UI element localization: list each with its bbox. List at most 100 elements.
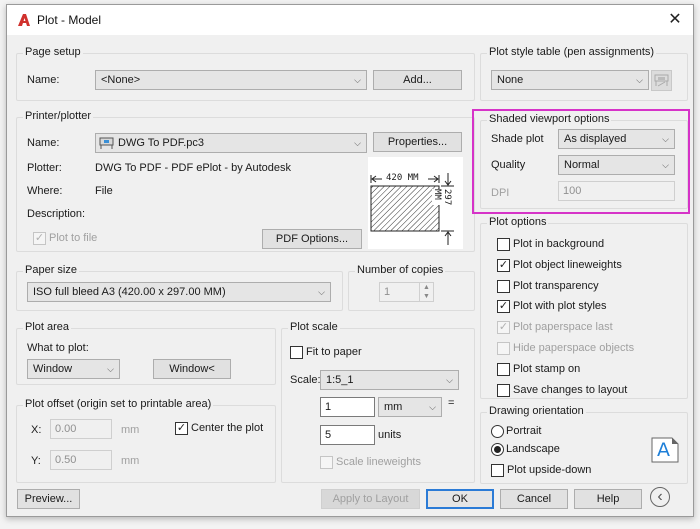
plot-option-label: Plot stamp on [513,362,581,375]
shade-plot-select[interactable]: As displayed ⌵ [558,129,675,149]
plot-dialog: Plot - Model ✕ Page setup Name: <None> ⌵… [6,4,694,517]
plotter-icon [99,137,114,149]
chevron-down-icon: ⌵ [354,75,361,85]
paper-size-label: Paper size [23,264,79,276]
window-select-button[interactable]: Window< [153,359,231,379]
center-plot-checkbox[interactable]: ✓ [175,422,188,435]
chevron-down-icon: ⌵ [662,134,669,144]
plot-option-checkbox[interactable] [497,279,510,293]
offset-x-value: 0.00 [55,423,77,435]
plot-option-label: Hide paperspace objects [513,342,635,354]
page-setup-name-select[interactable]: <None> ⌵ [95,70,367,90]
paper-unit-select[interactable]: mm ⌵ [378,397,442,417]
plot-offset-label: Plot offset (origin set to printable are… [23,398,214,410]
paper-units-input[interactable]: 1 [320,397,375,417]
page-setup-name-label: Name: [27,74,60,86]
ok-button[interactable]: OK [426,489,494,509]
plot-upside-down-label: Plot upside-down [507,464,592,476]
check-icon: ✓ [498,300,509,313]
close-icon: ✕ [668,11,682,28]
plot-option-checkbox[interactable] [497,342,510,355]
collapse-options-button[interactable]: ‹ [650,487,670,507]
description-label: Description: [27,208,86,220]
plot-option-checkbox[interactable] [497,238,510,251]
drawing-units-input[interactable]: 5 [320,425,375,445]
plot-style-group: Plot style table (pen assignments) None … [480,46,688,101]
offset-y-label: Y: [31,455,41,467]
fit-to-paper-checkbox[interactable] [290,346,303,359]
offset-x-input[interactable]: 0.00 [50,419,112,439]
landscape-orientation-icon: A [651,437,679,463]
autocad-a-icon [18,14,30,26]
add-page-setup-button[interactable]: Add... [373,70,462,90]
page-setup-group: Page setup Name: <None> ⌵ Add... [16,46,475,101]
offset-y-unit: mm [121,455,140,467]
plot-style-select[interactable]: None ⌵ [491,70,649,90]
plot-area-group: Plot area What to plot: Window ⌵ Window< [16,321,276,385]
portrait-label: Portrait [506,425,542,437]
printer-name-label: Name: [27,137,60,149]
plot-option-checkbox[interactable]: ✓ [497,300,510,314]
what-to-plot-select[interactable]: Window ⌵ [27,359,120,379]
paper-unit-value: mm [384,401,403,413]
what-to-plot-label: What to plot: [27,342,89,354]
printer-name-select[interactable]: DWG To PDF.pc3 ⌵ [95,133,367,153]
shaded-viewport-label: Shaded viewport options [487,113,612,125]
dpi-label: DPI [491,187,510,199]
scale-lineweights-label: Scale lineweights [336,456,421,468]
pdf-options-button[interactable]: PDF Options... [262,229,362,249]
close-button[interactable]: ✕ [663,9,687,31]
apply-to-layout-button[interactable]: Apply to Layout [321,489,420,509]
scale-lineweights-checkbox[interactable] [320,456,333,469]
dpi-input[interactable]: 100 [558,181,675,201]
landscape-radio[interactable] [491,443,504,456]
cancel-button[interactable]: Cancel [500,489,568,509]
plot-to-file-checkbox[interactable]: ✓ [33,232,46,245]
copies-spinner[interactable]: ▲ ▼ [419,283,433,301]
chevron-down-icon: ⌵ [354,138,361,148]
paper-preview: 420 MM 297 MM [368,157,463,249]
plot-scale-group: Plot scale Fit to paper Scale: 1:5_1 ⌵ 1… [281,321,475,483]
plot-option-checkbox[interactable]: ✓ [497,258,510,272]
properties-button[interactable]: Properties... [373,132,462,152]
paper-units-value: 1 [325,401,332,413]
printer-plotter-label: Printer/plotter [23,110,94,122]
paper-size-select[interactable]: ISO full bleed A3 (420.00 x 297.00 MM) ⌵ [27,282,331,302]
plotter-value: DWG To PDF - PDF ePlot - by Autodesk [95,162,292,174]
chevron-down-icon: ⌵ [107,364,114,374]
portrait-radio[interactable] [491,425,504,438]
chevron-down-icon: ⌵ [429,402,436,412]
chevron-left-icon: ‹ [657,488,663,505]
plot-option-checkbox[interactable]: ✓ [497,321,510,335]
plot-option-label: Plot paperspace last [513,321,613,334]
scale-select[interactable]: 1:5_1 ⌵ [320,370,459,390]
copies-input[interactable]: 1 ▲ ▼ [379,282,434,302]
plot-option-checkbox[interactable] [497,362,510,376]
plot-style-value: None [497,74,524,86]
where-value: File [95,185,113,197]
plot-style-edit-button[interactable] [651,70,672,91]
scale-label: Scale: [290,374,321,386]
check-icon: ✓ [498,321,509,334]
check-icon: ✓ [176,422,187,434]
preview-width-label: 420 MM [385,173,420,183]
spin-up-icon[interactable]: ▲ [420,283,433,292]
preview-button[interactable]: Preview... [17,489,80,509]
window-title: Plot - Model [37,13,102,27]
page-setup-name-value: <None> [101,74,141,86]
offset-y-input[interactable]: 0.50 [50,450,112,470]
plot-option-checkbox[interactable] [497,383,510,397]
plot-style-label: Plot style table (pen assignments) [487,46,657,58]
plot-upside-down-checkbox[interactable] [491,464,504,477]
plot-option-label: Plot in background [513,238,605,250]
drawing-units-value: 5 [325,429,332,441]
quality-value: Normal [564,159,600,171]
drawing-orientation-label: Drawing orientation [487,405,586,417]
help-button[interactable]: Help [574,489,642,509]
spin-down-icon[interactable]: ▼ [420,292,433,301]
what-to-plot-value: Window [33,363,73,375]
chevron-down-icon: ⌵ [662,160,669,170]
quality-select[interactable]: Normal ⌵ [558,155,675,175]
shade-plot-value: As displayed [564,133,627,145]
plot-area-label: Plot area [23,321,72,333]
